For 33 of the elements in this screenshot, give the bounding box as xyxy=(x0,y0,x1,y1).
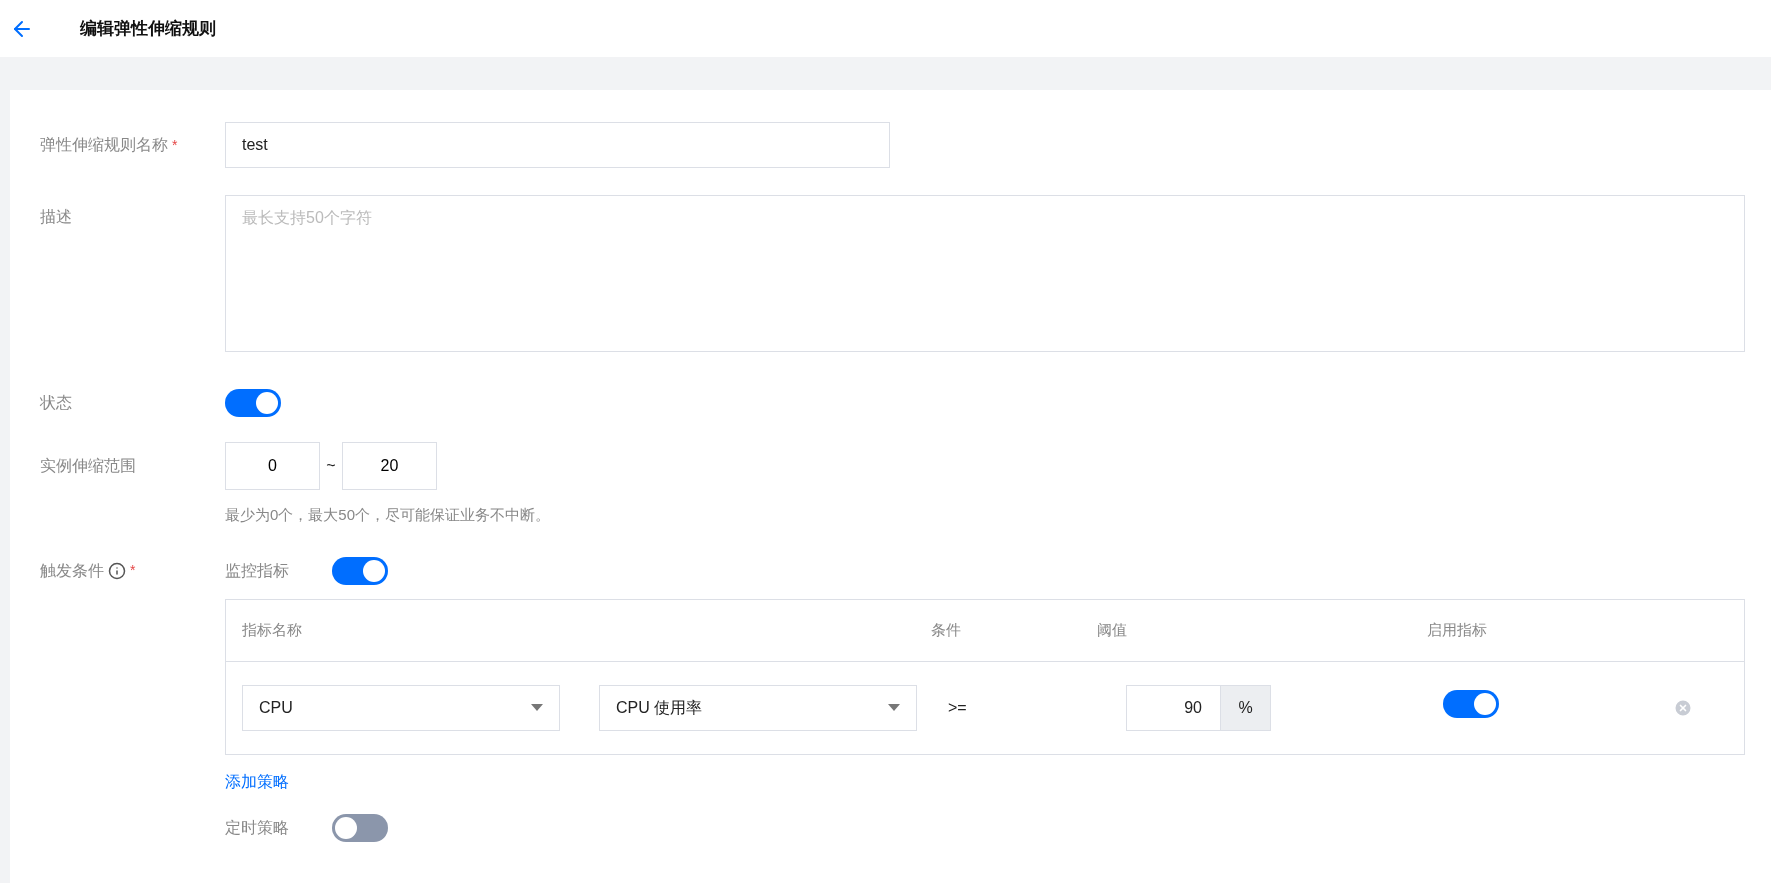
column-header: 条件 xyxy=(931,619,962,640)
field-label: 弹性伸缩规则名称 xyxy=(40,135,168,155)
threshold-input[interactable]: 90 xyxy=(1126,684,1221,731)
range-hint: 最少为0个，最大50个，尽可能保证业务不中断。 xyxy=(225,505,551,525)
field-label: 状态 xyxy=(40,393,72,413)
required-mark: * xyxy=(130,561,136,580)
column-header: 阈值 xyxy=(1097,619,1128,640)
column-header: 启用指标 xyxy=(1427,619,1488,640)
range-separator: ~ xyxy=(325,456,337,476)
info-icon[interactable] xyxy=(108,561,126,580)
metric-toggle[interactable] xyxy=(332,556,388,585)
indicator-select[interactable]: CPU 使用率 xyxy=(599,684,917,731)
caret-icon xyxy=(888,704,900,711)
field-label: 实例伸缩范围 xyxy=(40,456,136,476)
metric-select[interactable]: CPU xyxy=(242,684,560,731)
enable-toggle[interactable] xyxy=(1443,690,1499,718)
max-input[interactable]: 20 xyxy=(342,442,437,490)
condition-text: >= xyxy=(947,697,968,718)
unit-addon: % xyxy=(1221,684,1271,731)
page-title: 编辑弹性伸缩规则 xyxy=(80,17,216,40)
description-field[interactable]: 最长支持50个字符 xyxy=(225,195,1745,352)
min-input[interactable]: 0 xyxy=(225,442,320,490)
status-toggle[interactable] xyxy=(225,389,281,417)
field-label: 描述 xyxy=(40,207,72,227)
column-header: 指标名称 xyxy=(241,619,303,640)
name-input[interactable]: test xyxy=(225,122,890,168)
policy-label: 监控指标 xyxy=(225,560,290,581)
policy-label: 定时策略 xyxy=(225,817,290,838)
add-policy-link[interactable]: 添加策略 xyxy=(225,769,289,794)
required-mark: * xyxy=(172,135,178,155)
caret-icon xyxy=(531,704,543,711)
field-label: 触发条件 xyxy=(40,560,104,581)
schedule-toggle[interactable] xyxy=(332,813,388,842)
